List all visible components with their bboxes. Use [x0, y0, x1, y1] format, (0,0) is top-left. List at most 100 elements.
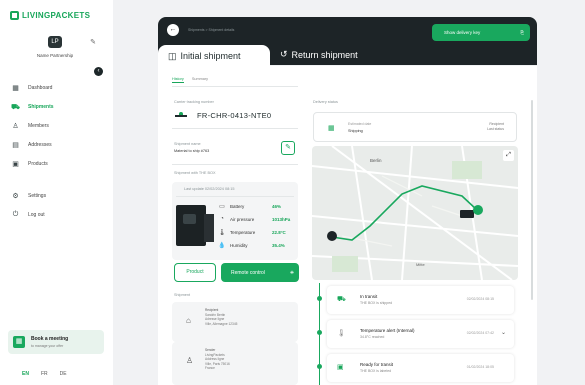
logo-mark-icon	[10, 11, 19, 20]
stat-battery: ▭ Battery 46%	[218, 203, 294, 210]
show-key-label: Show delivery key	[444, 30, 481, 35]
stat-temperature: 🌡 Temperature 22.8°C	[218, 229, 294, 236]
user-icon: ♙	[12, 123, 19, 130]
recipient-line: Ville, Allemagne 12345	[205, 321, 238, 326]
carrier-logo-icon	[175, 111, 187, 117]
show-delivery-key-button[interactable]: Show delivery key ⎘	[432, 24, 530, 41]
back-arrow-icon[interactable]: ←	[167, 24, 179, 36]
edit-pencil-icon[interactable]: ✎	[90, 38, 96, 46]
map-canvas: Berlin Mitte	[312, 146, 518, 280]
return-arrow-icon: ↺	[280, 49, 288, 59]
stat-value: 46%	[272, 204, 282, 209]
event-ready-for-transit[interactable]: ▣ Ready for transit THE BOX is labeled 0…	[327, 354, 514, 382]
nav-dashboard[interactable]: ▦ Dashboard	[11, 81, 103, 95]
map-label: Mitte	[416, 262, 425, 267]
nav-logout[interactable]: ⏻ Log out	[11, 208, 103, 222]
event-date: 01/02/2024 18:05	[466, 365, 494, 369]
nav-label: Members	[28, 123, 49, 129]
stat-label: Humidity	[230, 243, 248, 248]
nav-shipments[interactable]: ⛟ Shipments	[11, 100, 103, 114]
lang-de[interactable]: DE	[60, 371, 67, 377]
subtabs: History Summary	[172, 77, 208, 83]
collapse-sidebar-button[interactable]: ‹	[94, 67, 103, 76]
origin-pin-icon[interactable]	[327, 231, 337, 241]
book-meeting-card[interactable]: ▦ Book a meeting to manage your offer	[8, 330, 104, 354]
chevron-down-icon[interactable]: ⌄	[501, 329, 506, 336]
stat-air-pressure: ◔ Air pressure 1013hPa	[218, 216, 294, 222]
scrollbar[interactable]	[531, 100, 533, 300]
tab-initial-shipment[interactable]: ◫ Initial shipment	[158, 45, 270, 67]
brand-logo[interactable]: LIVINGPACKETS	[10, 11, 90, 20]
divider	[172, 164, 298, 165]
stat-value: 1013hPa	[272, 216, 291, 222]
truck-marker-icon[interactable]	[460, 210, 474, 218]
event-subtitle: 34.8°C reached	[360, 335, 385, 339]
subtab-summary[interactable]: Summary	[192, 77, 208, 83]
address-book-icon: ▤	[12, 142, 19, 149]
partner-avatar: LP	[48, 36, 62, 48]
box-outline-icon: ◫	[168, 50, 177, 61]
brand-name: LIVINGPACKETS	[22, 11, 91, 20]
event-title: Ready for transit	[360, 362, 394, 367]
tracking-number-row[interactable]: FR-CHR-0413-NTE0	[175, 111, 271, 120]
event-subtitle: THE BOX is labeled	[360, 369, 392, 373]
thermometer-icon: 🌡	[337, 330, 346, 337]
event-date: 02/02/2024 08:15	[466, 297, 494, 301]
nav-settings[interactable]: ⚙ Settings	[11, 189, 103, 203]
tracking-label: Carrier tracking number	[174, 100, 214, 104]
event-temperature-alert[interactable]: 🌡 Temperature alert (Internal) 34.8°C re…	[327, 320, 514, 348]
nav-label: Settings	[28, 193, 47, 199]
sender-role: Sender	[205, 348, 216, 352]
meeting-subtitle: to manage your offer	[31, 344, 64, 348]
battery-icon: ▭	[219, 204, 225, 210]
calendar-icon: ▦	[328, 125, 335, 132]
key-icon: ⎘	[520, 30, 524, 35]
delivery-status-card: ▦ Estimated date Shipping Recipient Last…	[313, 112, 517, 142]
divider	[172, 86, 298, 87]
fullscreen-icon[interactable]: ⤢	[503, 150, 514, 161]
nav-addresses[interactable]: ▤ Addresses	[11, 138, 103, 152]
status-value: Shipping	[348, 129, 363, 133]
recipient-address-card: ⌂ Recipient Sandrin Bertin Adresse ligne…	[172, 302, 298, 342]
sender-line: France	[205, 366, 215, 370]
box-section-label: Shipment with THE BOX	[174, 171, 216, 175]
timeline-dot	[317, 364, 322, 369]
nav-products[interactable]: ▣ Products	[11, 157, 103, 171]
lang-en[interactable]: EN	[22, 371, 29, 377]
grid-icon: ▦	[12, 85, 19, 92]
sender-name: LivingPackets	[205, 352, 225, 357]
destination-pin-icon[interactable]	[473, 205, 483, 215]
subtab-history[interactable]: History	[172, 77, 184, 83]
tab-label: Initial shipment	[180, 51, 241, 61]
box-icon: ▣	[12, 161, 19, 168]
nav-label: Log out	[28, 212, 45, 218]
remote-control-button[interactable]: Remote control ⎈	[221, 263, 299, 282]
divider	[172, 128, 298, 129]
event-title: Temperature alert (Internal)	[360, 328, 415, 333]
nav-label: Dashboard	[28, 85, 53, 91]
map-streets	[341, 175, 463, 247]
truck-icon: ⛟	[337, 296, 346, 303]
partner-profile: LP Name Partnership ✎	[10, 36, 100, 66]
nav-members[interactable]: ♙ Members	[11, 119, 103, 133]
tracking-map[interactable]: Berlin Mitte ⤢	[312, 146, 518, 280]
tab-return-shipment[interactable]: ↺ Return shipment	[280, 49, 358, 60]
shipment-name-label: Shipment name	[174, 142, 201, 146]
edit-shipment-name-button[interactable]: ✎	[281, 141, 295, 155]
last-status-label: Last status	[487, 127, 504, 131]
tracking-number: FR-CHR-0413-NTE0	[197, 111, 272, 120]
recipient-role: Recipient	[205, 308, 219, 312]
lang-fr[interactable]: FR	[41, 371, 48, 377]
nav-label: Products	[28, 161, 48, 167]
product-button[interactable]: Product	[174, 263, 216, 282]
map-park	[332, 256, 358, 272]
remote-icon: ⎈	[289, 269, 294, 276]
droplet-icon: 💧	[218, 243, 226, 249]
map-park	[452, 161, 482, 179]
stat-label: Air pressure	[230, 216, 255, 222]
event-in-transit[interactable]: ⛟ In transit THE BOX is shipped 02/02/20…	[327, 286, 514, 314]
language-switcher: EN FR DE	[22, 371, 67, 377]
stat-value: 22.8°C	[272, 230, 286, 235]
route-line	[331, 185, 478, 241]
remote-control-label: Remote control	[231, 269, 265, 276]
